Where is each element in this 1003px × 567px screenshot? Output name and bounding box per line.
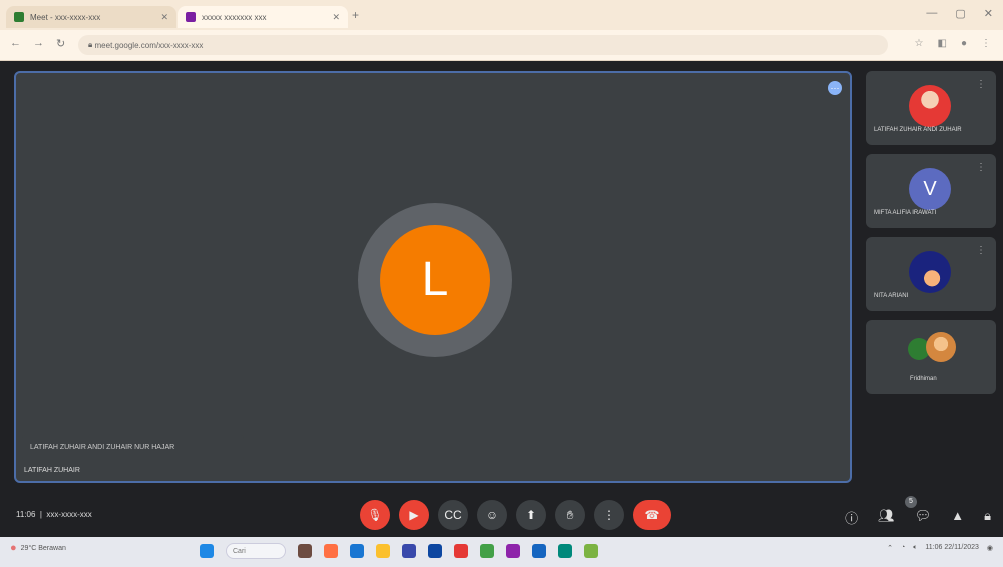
edge-icon[interactable] (350, 544, 364, 558)
avatar (926, 332, 956, 362)
meeting-info: 11:06 | xxx-xxxx-xxx (16, 510, 92, 519)
participant-tile[interactable]: Fridhiman (866, 320, 996, 394)
search-box[interactable]: Cari (226, 543, 286, 559)
participant-name: MIFTA ALIFIA IRAWATI (874, 210, 937, 216)
address-bar[interactable]: 🔒︎ meet.google.com/xxx-xxxx-xxx (78, 35, 888, 55)
extensions-icon[interactable]: ◧ (938, 38, 947, 49)
more-options-icon[interactable]: ⋮ (976, 162, 986, 173)
tile-options-icon[interactable]: ⋯ (828, 81, 842, 95)
weather-widget[interactable]: ● 29°C Berawan (10, 542, 66, 554)
participant-tile[interactable]: LATIFAH ZUHAIR ANDI ZUHAIR ⋮ (866, 71, 996, 145)
meet-stage: ⋯ L LATIFAH ZUHAIR ANDI ZUHAIR NUR HAJAR… (0, 61, 1003, 537)
lock-icon: 🔒︎ (88, 40, 93, 49)
leave-call-button[interactable]: ☎︎ (633, 500, 671, 530)
app-icon[interactable] (558, 544, 572, 558)
forward-icon[interactable]: → (33, 37, 44, 50)
more-options-icon[interactable]: ⋮ (976, 79, 986, 90)
close-window-icon[interactable]: ✕ (984, 7, 993, 20)
host-controls-icon[interactable]: 🔒︎ (984, 508, 991, 527)
more-options-button[interactable]: ⋮ (594, 500, 624, 530)
emoji-button[interactable]: ☺ (477, 500, 507, 530)
volume-icon[interactable]: 🔈︎ (913, 544, 917, 552)
meet-favicon (14, 12, 24, 22)
reload-icon[interactable]: ↻ (56, 37, 65, 50)
nav-buttons: ← → ↻ (10, 37, 65, 50)
app-icon[interactable] (532, 544, 546, 558)
avatar: L (380, 225, 490, 335)
app-icon[interactable] (324, 544, 338, 558)
tab-title: xxxxx xxxxxxx xxx (202, 12, 267, 22)
minimize-icon[interactable]: — (926, 7, 937, 20)
clock-time: 11:06 (925, 544, 943, 551)
control-buttons: 🎙︎ ▶︎ CC ☺ ⬆︎ ✋︎ ⋮ ☎︎ (360, 500, 671, 530)
more-options-icon[interactable]: ⋮ (976, 245, 986, 256)
present-button[interactable]: ⬆︎ (516, 500, 546, 530)
meeting-code: xxx-xxxx-xxx (46, 510, 92, 519)
app-icon[interactable] (454, 544, 468, 558)
maximize-icon[interactable]: ▢ (955, 7, 965, 20)
app-icon[interactable] (506, 544, 520, 558)
tab-title: Meet - xxx-xxxx-xxx (30, 12, 101, 22)
main-participant-tile[interactable]: ⋯ L LATIFAH ZUHAIR ANDI ZUHAIR NUR HAJAR… (14, 71, 852, 483)
toolbar-icons: ☆ ◧ ● ⋮ (915, 38, 991, 49)
caption-text: LATIFAH ZUHAIR ANDI ZUHAIR NUR HAJAR (22, 435, 244, 461)
app-icon[interactable] (584, 544, 598, 558)
chrome-icon[interactable] (480, 544, 494, 558)
participant-name: LATIFAH ZUHAIR ANDI ZUHAIR (874, 127, 962, 133)
profile-icon[interactable]: ● (961, 38, 967, 49)
activities-icon[interactable]: ▲ (951, 508, 964, 527)
side-panel-icons: ⓘ 👥︎ 💬︎ ▲ 🔒︎ (845, 508, 991, 527)
explorer-icon[interactable] (376, 544, 390, 558)
captions-button[interactable]: CC (438, 500, 468, 530)
participant-name: LATIFAH ZUHAIR (24, 467, 80, 474)
system-tray: ⌃ ◔ 🔈︎ 11:06 22/11/2023 ◉ (887, 544, 993, 552)
meeting-time: 11:06 (16, 510, 36, 519)
browser-toolbar: ← → ↻ 🔒︎ meet.google.com/xxx-xxxx-xxx ☆ … (0, 30, 1003, 61)
clock-date: 22/11/2023 (944, 544, 979, 551)
chat-icon[interactable]: 💬︎ (915, 508, 932, 527)
start-icon[interactable] (200, 544, 214, 558)
mic-off-button[interactable]: 🎙︎ (360, 500, 390, 530)
meeting-controls: 11:06 | xxx-xxxx-xxx 🎙︎ ▶︎ CC ☺ ⬆︎ ✋︎ ⋮ … (0, 496, 1003, 536)
avatar: V (909, 168, 951, 210)
participant-tile[interactable]: NITA ARIANI ⋮ (866, 237, 996, 311)
participant-name: NITA ARIANI (874, 293, 909, 299)
weather-text: 29°C Berawan (20, 544, 66, 552)
menu-icon[interactable]: ⋮ (981, 38, 991, 49)
browser-tabstrip: Meet - xxx-xxxx-xxx ✕ xxxxx xxxxxxx xxx … (0, 0, 1003, 30)
windows-taskbar: ● 29°C Berawan Cari ⌃ ◔ 🔈︎ 11:06 22/11/2… (0, 537, 1003, 567)
close-icon[interactable]: ✕ (160, 12, 168, 23)
word-icon[interactable] (428, 544, 442, 558)
participant-tile[interactable]: V MIFTA ALIFIA IRAWATI ⋮ (866, 154, 996, 228)
clock[interactable]: 11:06 22/11/2023 (925, 544, 978, 552)
window-controls: — ▢ ✕ (926, 7, 993, 20)
camera-off-button[interactable]: ▶︎ (399, 500, 429, 530)
wifi-icon[interactable]: ◔ (901, 544, 905, 552)
browser-tab[interactable]: Meet - xxx-xxxx-xxx ✕ (6, 6, 176, 28)
site-favicon (186, 12, 196, 22)
star-icon[interactable]: ☆ (915, 38, 924, 49)
widgets-icon[interactable] (298, 544, 312, 558)
store-icon[interactable] (402, 544, 416, 558)
close-icon[interactable]: ✕ (332, 12, 340, 23)
url-text: meet.google.com/xxx-xxxx-xxx (94, 40, 204, 50)
people-icon[interactable]: 👥︎ (878, 508, 895, 527)
weather-icon: ● (10, 542, 17, 554)
chevron-up-icon[interactable]: ⌃ (887, 544, 893, 552)
avatar (909, 251, 951, 293)
back-icon[interactable]: ← (10, 37, 21, 50)
taskbar-apps: Cari (200, 543, 598, 559)
notification-icon[interactable]: ◉ (987, 544, 993, 552)
raise-hand-button[interactable]: ✋︎ (555, 500, 585, 530)
people-count-badge: 5 (905, 496, 917, 508)
browser-tab[interactable]: xxxxx xxxxxxx xxx ✕ (178, 6, 348, 28)
participant-name: Fridhiman (910, 376, 937, 382)
avatar (909, 85, 951, 127)
new-tab-button[interactable]: + (352, 8, 359, 22)
info-icon[interactable]: ⓘ (845, 508, 858, 527)
